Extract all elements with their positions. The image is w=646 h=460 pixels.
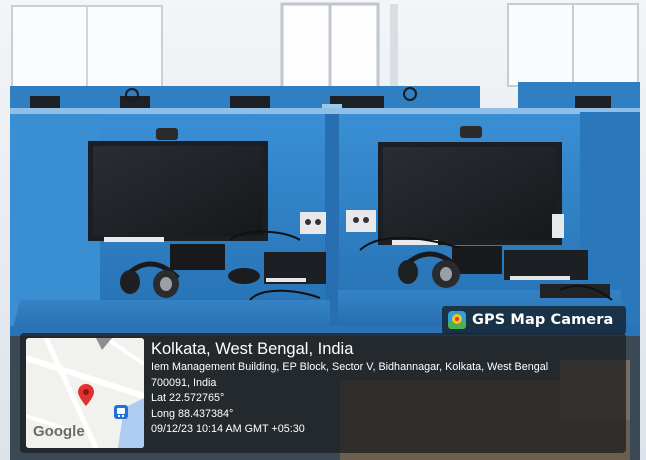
mini-pc-left <box>264 252 326 284</box>
location-title: Kolkata, West Bengal, India <box>151 340 354 358</box>
google-logo: Google <box>33 423 85 440</box>
timestamp: 09/12/23 10:14 AM GMT +05:30 <box>151 423 305 436</box>
bus-stop-icon <box>114 405 128 419</box>
address-line-2: 700091, India <box>151 376 217 389</box>
latitude: Lat 22.572765° <box>151 392 225 405</box>
window-right <box>507 3 639 87</box>
map-thumbnail: Google <box>26 338 144 448</box>
location-info: Kolkata, West Bengal, India Iem Manageme… <box>151 339 616 438</box>
window-left <box>11 5 163 89</box>
outlet-left <box>300 212 326 234</box>
mouse-left <box>228 268 260 284</box>
gps-map-camera-icon <box>448 311 466 329</box>
map-pin-icon <box>78 384 94 406</box>
window-center <box>280 2 380 90</box>
longitude: Long 88.437384° <box>151 407 234 420</box>
gps-map-camera-badge: GPS Map Camera <box>442 306 626 334</box>
location-stamp-panel: Google Kolkata, West Bengal, India Iem M… <box>20 333 626 453</box>
address-line-1: Iem Management Building, EP Block, Secto… <box>151 361 549 373</box>
gps-map-camera-label: GPS Map Camera <box>472 312 614 328</box>
